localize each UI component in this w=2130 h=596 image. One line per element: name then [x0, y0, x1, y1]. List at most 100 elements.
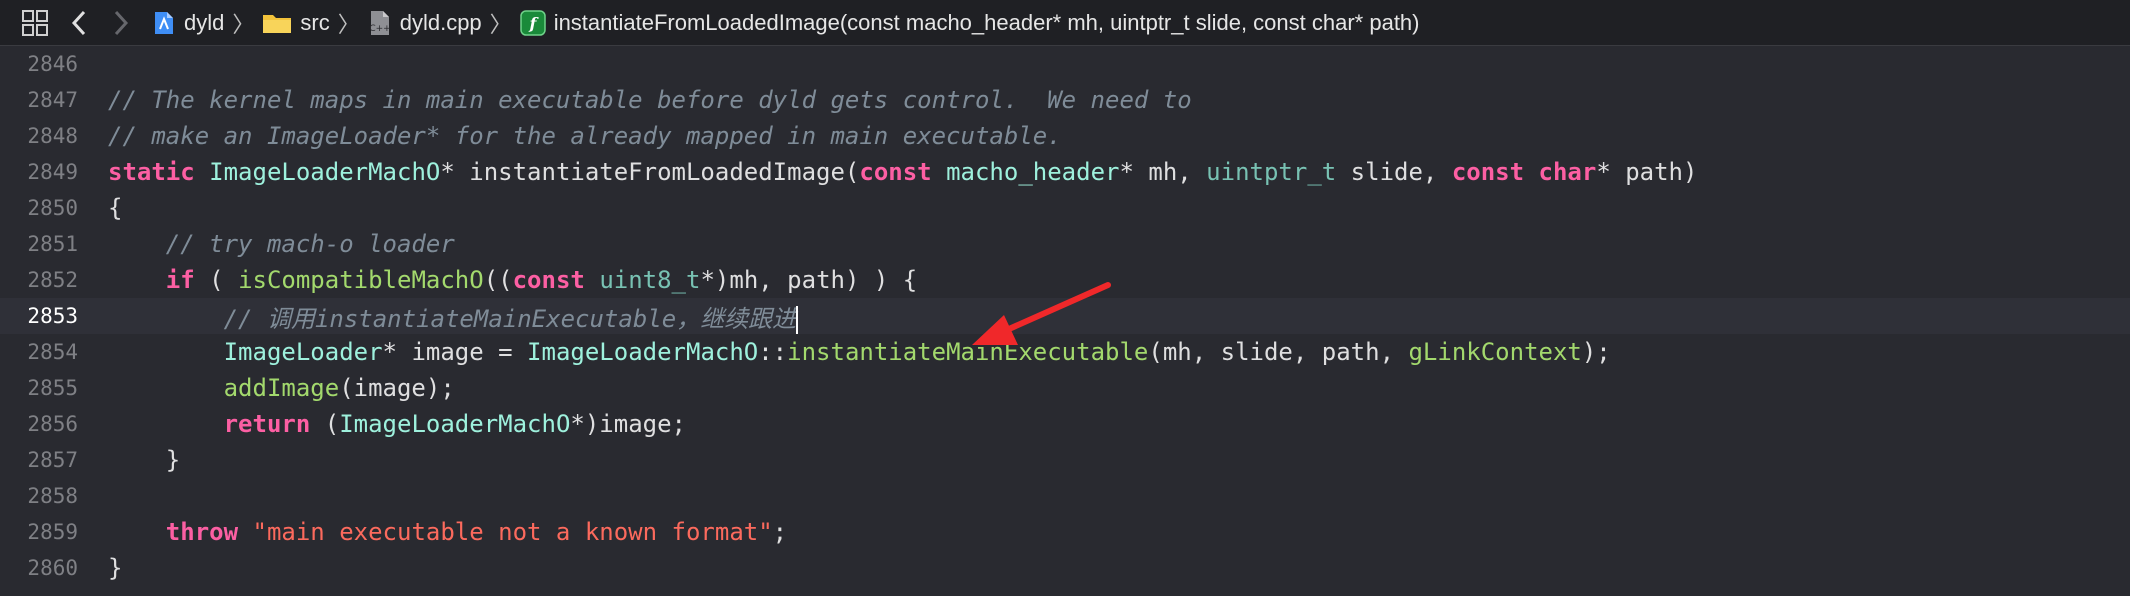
line-number: 2858	[27, 484, 78, 508]
line-number: 2857	[27, 448, 78, 472]
code-line: 2849 static ImageLoaderMachO* instantiat…	[0, 154, 2130, 190]
type-name: ImageLoaderMachO	[527, 338, 759, 366]
line-number: 2847	[27, 88, 78, 112]
plain-code: );	[1581, 338, 1611, 366]
type-name: macho_header	[946, 158, 1120, 186]
type-name: ImageLoader	[223, 338, 383, 366]
line-number: 2859	[27, 520, 78, 544]
line-number: 2851	[27, 232, 78, 256]
code-comment: // The kernel maps in main executable be…	[108, 86, 1192, 114]
code-text: addImage(image);	[108, 374, 455, 402]
breadcrumb-folder[interactable]: src	[262, 10, 330, 36]
keyword: const	[859, 158, 932, 186]
keyword: const	[512, 266, 585, 294]
code-comment: // 调用instantiateMainExecutable，继续跟进	[108, 304, 797, 333]
plain-code: }	[108, 446, 181, 474]
code-line: 2858	[0, 478, 2130, 514]
text-cursor	[796, 305, 799, 334]
plain-code: *)image;	[570, 410, 686, 438]
string-literal: "main executable not a known format"	[252, 518, 773, 546]
function-name: isCompatibleMachO	[238, 266, 484, 294]
code-line: 2851 // try mach-o loader	[0, 226, 2130, 262]
chevron-left-icon	[71, 10, 86, 35]
line-number: 2848	[27, 124, 78, 148]
code-text: return (ImageLoaderMachO*)image;	[108, 410, 686, 438]
plain-code: (image);	[339, 374, 455, 402]
code-line: 2846	[0, 46, 2130, 82]
line-number: 2854	[27, 340, 78, 364]
chevron-right-icon	[114, 10, 129, 35]
plain-code: * path)	[1596, 158, 1698, 186]
keyword: return	[223, 410, 311, 438]
code-text: static ImageLoaderMachO* instantiateFrom…	[108, 158, 1697, 186]
breadcrumb-label: dyld.cpp	[399, 9, 482, 35]
code-text: throw "main executable not a known forma…	[108, 518, 787, 546]
plain-code: ::	[758, 338, 788, 366]
keyword: throw	[165, 518, 239, 546]
code-line: 2848 // make an ImageLoader* for the alr…	[0, 118, 2130, 154]
line-number: 2856	[27, 412, 78, 436]
code-line: 2847 // The kernel maps in main executab…	[0, 82, 2130, 118]
line-number: 2853	[27, 304, 78, 328]
type-name: ImageLoaderMachO	[209, 158, 441, 186]
keyword: const	[1451, 158, 1525, 186]
breadcrumb-project[interactable]: dyld	[152, 9, 224, 37]
plain-code: ;	[772, 518, 788, 546]
plain-code: ((	[483, 266, 513, 294]
breadcrumb-separator: 〉	[489, 11, 512, 37]
code-line: 2860 }	[0, 550, 2130, 586]
code-text: if ( isCompatibleMachO((const uint8_t*)m…	[108, 266, 917, 294]
code-line: 2856 return (ImageLoaderMachO*)image;	[0, 406, 2130, 442]
plain-code: (	[310, 410, 340, 438]
line-number: 2852	[27, 268, 78, 292]
breadcrumb-function[interactable]: f instantiateFromLoadedImage(const macho…	[519, 9, 1420, 36]
code-line: 2857 }	[0, 442, 2130, 478]
folder-icon	[262, 11, 292, 35]
code-text: ImageLoader* image = ImageLoaderMachO::i…	[108, 338, 1611, 366]
line-number: 2860	[27, 556, 78, 580]
type-name: ImageLoaderMachO	[339, 410, 571, 438]
line-number: 2846	[27, 52, 78, 76]
jump-bar: dyld 〉 src 〉 C++ dyld.cpp 〉 f instantiat…	[0, 0, 2130, 46]
keyword: char	[1538, 158, 1597, 186]
plain-code: * image =	[382, 338, 528, 366]
keyword: if	[165, 266, 195, 294]
plain-code: * mh,	[1119, 158, 1207, 186]
plain-code: {	[108, 194, 123, 222]
forward-button[interactable]	[100, 0, 142, 46]
related-items-button[interactable]	[12, 0, 58, 46]
plain-code: slide,	[1336, 158, 1452, 186]
grid-icon	[22, 9, 48, 36]
annotation-arrow-icon	[972, 282, 1111, 345]
plain-code: (	[194, 266, 239, 294]
breadcrumb-separator: 〉	[337, 11, 360, 37]
code-text: // 调用instantiateMainExecutable，继续跟进	[108, 299, 799, 334]
line-number: 2855	[27, 376, 78, 400]
breadcrumb-label: instantiateFromLoadedImage(const macho_h…	[553, 9, 1420, 35]
back-button[interactable]	[58, 0, 100, 46]
global-name: gLinkContext	[1408, 338, 1582, 366]
code-comment: // try mach-o loader	[108, 230, 455, 258]
plain-code: *)mh, path) ) {	[700, 266, 918, 294]
system-type: uint8_t	[599, 266, 701, 294]
svg-text:C++: C++	[369, 24, 390, 34]
line-number: 2849	[27, 160, 78, 184]
keyword: static	[108, 158, 195, 186]
code-comment: // make an ImageLoader* for the already …	[108, 122, 1062, 150]
line-number: 2850	[27, 196, 78, 220]
plain-code: (mh, slide, path,	[1148, 338, 1409, 366]
plain-code: }	[108, 554, 123, 582]
breadcrumb-file[interactable]: C++ dyld.cpp	[368, 9, 482, 37]
function-icon: f	[519, 9, 546, 36]
project-icon	[152, 9, 176, 37]
